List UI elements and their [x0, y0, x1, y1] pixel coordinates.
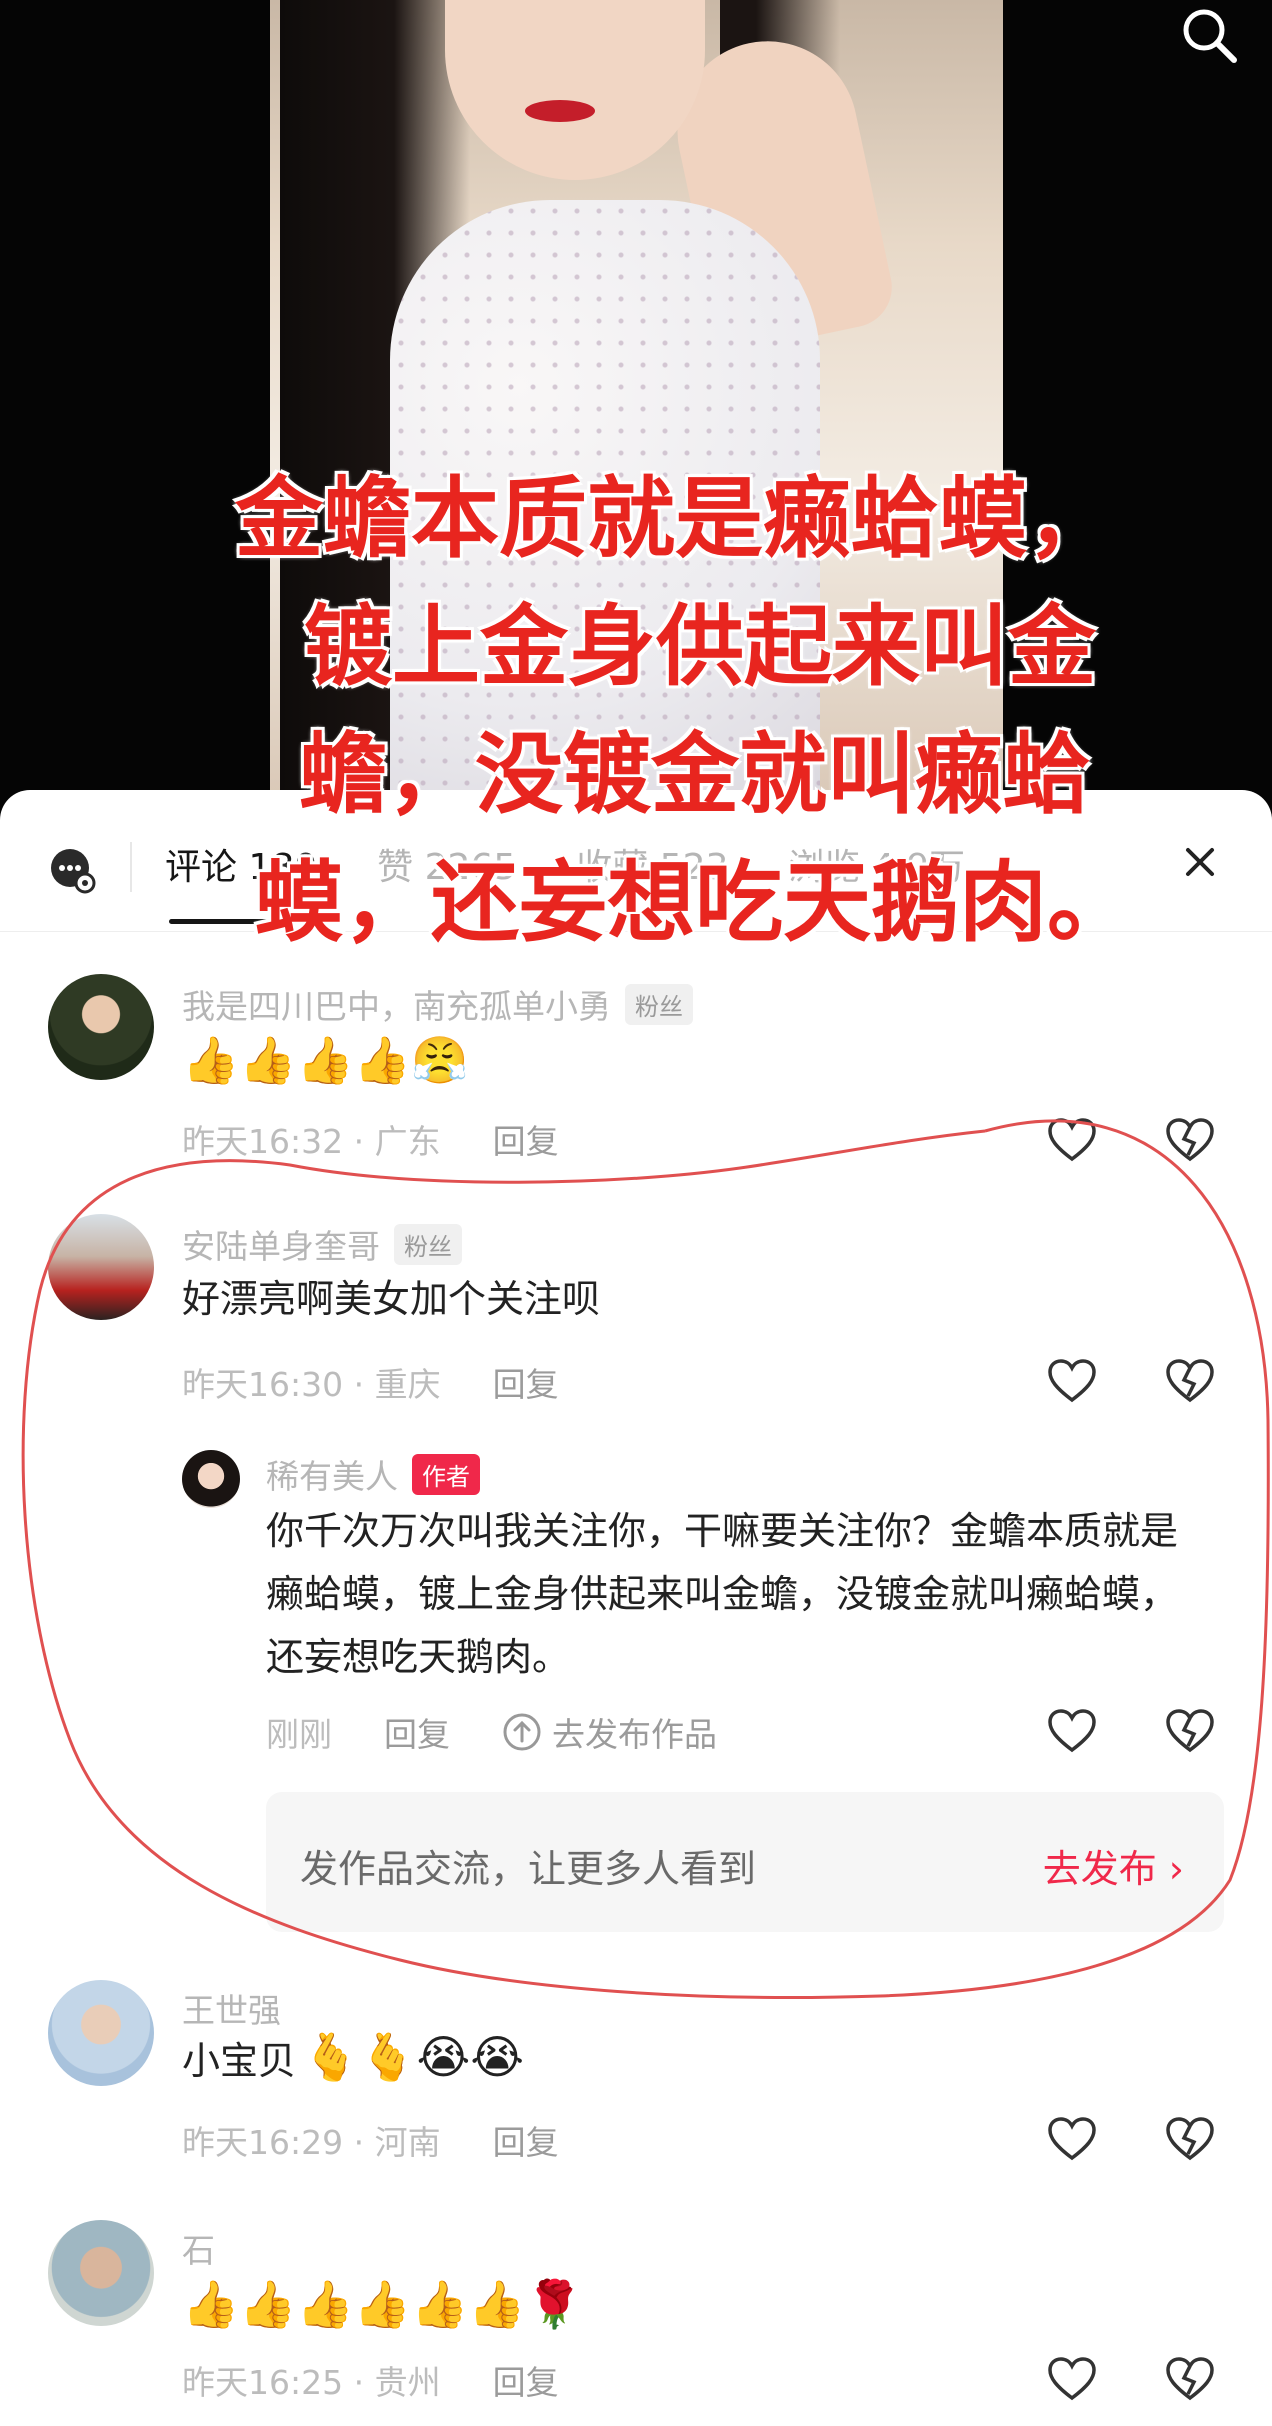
- comment-meta: 昨天16:29 · 河南 回复: [182, 2116, 559, 2164]
- avatar[interactable]: [48, 1980, 154, 2086]
- fan-badge: 粉丝: [625, 983, 693, 1025]
- heart-icon[interactable]: [1046, 2354, 1098, 2406]
- comment-location: 河南: [374, 2123, 441, 2162]
- comment-sheet-header: 评论 180 赞 2265 收藏 523 浏览 4.9万: [0, 790, 1272, 932]
- avatar[interactable]: [48, 974, 154, 1080]
- comment-author-name[interactable]: 我是四川巴中，南充孤单小勇: [182, 980, 611, 1028]
- comment-author-row: 石: [182, 2224, 215, 2272]
- fan-badge: 粉丝: [394, 1223, 462, 1265]
- comment-item: 我是四川巴中，南充孤单小勇 粉丝 👍👍👍👍😤 昨天16:32 · 广东 回复: [0, 940, 1272, 1180]
- comment-location: 广东: [374, 1122, 441, 1161]
- reply-button[interactable]: 回复: [493, 1115, 559, 1163]
- reply-button[interactable]: 回复: [493, 2116, 559, 2164]
- comment-text: 小宝贝: [182, 2039, 297, 2083]
- avatar[interactable]: [48, 1214, 154, 1320]
- video-face-shape: [445, 0, 705, 180]
- heart-icon[interactable]: [1046, 1356, 1098, 1408]
- avatar[interactable]: [48, 2220, 154, 2326]
- search-button[interactable]: [1178, 4, 1242, 68]
- heart-icon[interactable]: [1046, 1115, 1098, 1167]
- comment-time: 昨天16:25: [182, 2363, 344, 2402]
- reply-text: 你千次万次叫我关注你，干嘛要关注你？金蟾本质就是癞蛤蟆，镀上金身供起来叫金蟾，没…: [266, 1509, 1179, 1679]
- author-avatar[interactable]: [182, 1450, 240, 1508]
- comment-author-name[interactable]: 石: [182, 2224, 215, 2272]
- comment-text: 好漂亮啊美女加个关注呗: [182, 1277, 601, 1321]
- comment-item: 王世强 小宝贝 🫰🫰😭😭 昨天16:29 · 河南 回复: [0, 1950, 1272, 2190]
- comment-sheet: 评论 180 赞 2265 收藏 523 浏览 4.9万 我是四川巴中，南充孤单…: [0, 790, 1272, 2426]
- comment-location: 重庆: [374, 1365, 441, 1404]
- broken-heart-icon[interactable]: [1164, 1115, 1216, 1167]
- broken-heart-icon[interactable]: [1164, 2114, 1216, 2166]
- video-player[interactable]: [0, 0, 1272, 820]
- reply-author-name[interactable]: 稀有美人: [266, 1450, 398, 1498]
- comment-item: 石 👍👍👍👍👍👍🌹 昨天16:25 · 贵州 回复: [0, 2190, 1272, 2426]
- tab-likes[interactable]: 赞 2265: [377, 838, 516, 898]
- comment-emoji: 🫰🫰😭😭: [302, 2030, 525, 2084]
- publish-promo-card: 发作品交流，让更多人看到 去发布 ›: [266, 1792, 1224, 1932]
- reply-author-row: 稀有美人 作者: [266, 1450, 480, 1498]
- comment-bubble-icon[interactable]: [48, 846, 96, 894]
- video-lips-shape: [525, 100, 595, 122]
- tab-comments[interactable]: 评论 180: [165, 838, 320, 924]
- video-frame: [270, 0, 1003, 820]
- comment-author-row: 我是四川巴中，南充孤单小勇 粉丝: [182, 980, 693, 1028]
- broken-heart-icon[interactable]: [1164, 2354, 1216, 2406]
- heart-icon[interactable]: [1046, 1706, 1098, 1758]
- go-publish-button[interactable]: 去发布 ›: [1043, 1838, 1184, 1893]
- chevron-right-icon: ›: [1168, 1847, 1184, 1891]
- comment-text-row: 小宝贝 🫰🫰😭😭: [182, 2030, 524, 2085]
- reply-meta: 刚刚 回复 去发布作品: [266, 1708, 717, 1756]
- close-icon[interactable]: [1174, 836, 1226, 888]
- comment-tabs: 评论 180 赞 2265 收藏 523 浏览 4.9万: [165, 838, 965, 924]
- heart-icon[interactable]: [1046, 2114, 1098, 2166]
- comment-location: 贵州: [374, 2363, 441, 2402]
- publish-work-label: 去发布作品: [552, 1715, 717, 1754]
- comment-text: 👍👍👍👍😤: [182, 1033, 469, 1087]
- video-dress-shape: [390, 200, 820, 820]
- comment-author-name[interactable]: 安陆单身奎哥: [182, 1220, 380, 1268]
- search-icon: [1183, 9, 1237, 63]
- reply-button[interactable]: 回复: [493, 1358, 559, 1406]
- upload-circle-icon: [503, 1713, 541, 1751]
- go-publish-label: 去发布: [1042, 1847, 1157, 1891]
- author-badge: 作者: [412, 1453, 480, 1495]
- comment-time: 昨天16:30: [182, 1365, 344, 1404]
- publish-work-button[interactable]: 去发布作品: [502, 1708, 717, 1756]
- comment-text: 👍👍👍👍👍👍🌹: [182, 2277, 583, 2331]
- header-divider: [130, 842, 132, 892]
- comment-time: 昨天16:29: [182, 2123, 344, 2162]
- comment-meta: 昨天16:32 · 广东 回复: [182, 1115, 559, 1163]
- broken-heart-icon[interactable]: [1164, 1706, 1216, 1758]
- comment-author-row: 安陆单身奎哥 粉丝: [182, 1220, 462, 1268]
- tab-views[interactable]: 浏览 4.9万: [788, 838, 965, 898]
- broken-heart-icon[interactable]: [1164, 1356, 1216, 1408]
- comment-author-row: 王世强: [182, 1984, 281, 2032]
- comment-author-name[interactable]: 王世强: [182, 1984, 281, 2032]
- reply-button[interactable]: 回复: [493, 2356, 559, 2404]
- tab-favorites[interactable]: 收藏 523: [576, 838, 728, 898]
- comment-meta: 昨天16:30 · 重庆 回复: [182, 1358, 559, 1406]
- comment-time: 昨天16:32: [182, 1122, 344, 1161]
- reply-time: 刚刚: [266, 1715, 332, 1754]
- promo-text: 发作品交流，让更多人看到: [300, 1847, 757, 1891]
- comment-meta: 昨天16:25 · 贵州 回复: [182, 2356, 559, 2404]
- reply-button[interactable]: 回复: [384, 1708, 450, 1756]
